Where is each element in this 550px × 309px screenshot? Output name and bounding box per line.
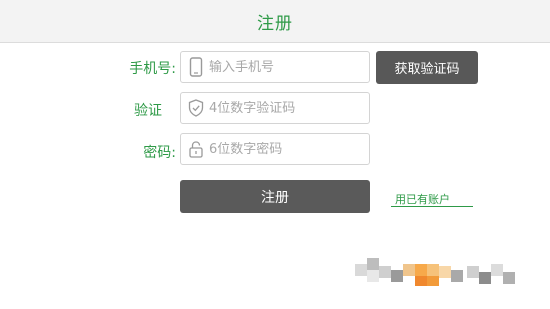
password-field[interactable] bbox=[180, 133, 370, 165]
watermark-logo bbox=[355, 258, 525, 292]
get-code-button[interactable]: 获取验证码 bbox=[376, 51, 478, 84]
code-label: 验证 bbox=[134, 103, 162, 119]
phone-icon bbox=[183, 52, 209, 82]
phone-label: 手机号: bbox=[129, 61, 176, 77]
code-field[interactable] bbox=[180, 92, 370, 124]
page-title: 注册 bbox=[257, 13, 293, 34]
page-header: 注册 bbox=[0, 0, 550, 43]
code-input[interactable] bbox=[209, 100, 359, 116]
phone-field[interactable] bbox=[180, 51, 370, 83]
password-label: 密码: bbox=[143, 145, 176, 161]
phone-input[interactable] bbox=[209, 59, 359, 75]
register-button[interactable]: 注册 bbox=[180, 180, 370, 213]
password-input[interactable] bbox=[209, 141, 359, 157]
shield-check-icon bbox=[183, 93, 209, 123]
lock-icon bbox=[183, 134, 209, 164]
existing-account-link[interactable]: 用已有账户 bbox=[391, 191, 473, 207]
